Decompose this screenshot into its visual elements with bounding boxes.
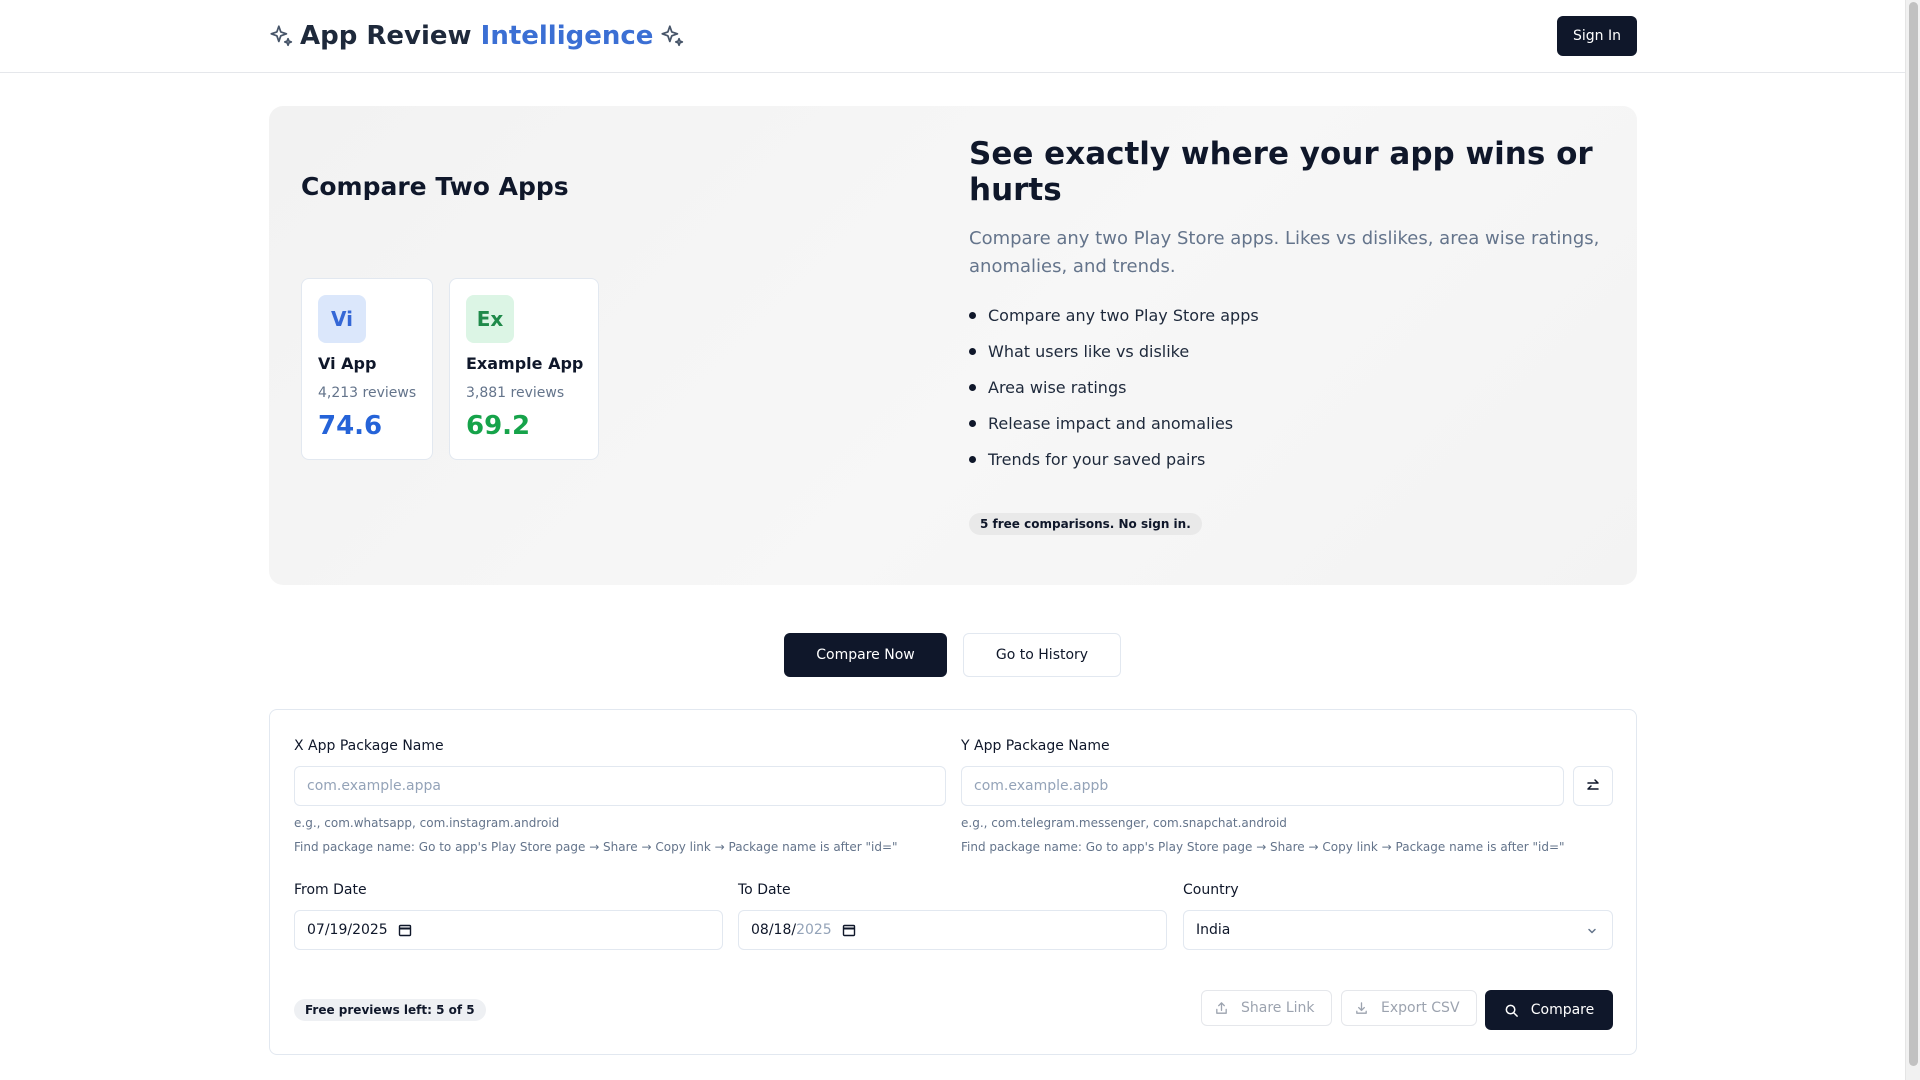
compare-now-button[interactable]: Compare Now xyxy=(784,633,947,677)
hero-headline: See exactly where your app wins or hurts xyxy=(969,136,1593,208)
export-csv-label: Export CSV xyxy=(1381,1000,1460,1016)
scrollbar-thumb[interactable] xyxy=(1909,2,1918,1066)
list-item: Trends for your saved pairs xyxy=(969,441,1609,477)
app-title: App Review Intelligence xyxy=(300,21,653,51)
chevron-down-icon xyxy=(1588,928,1596,934)
y-package-example: e.g., com.telegram.messenger, com.snapch… xyxy=(961,816,1287,830)
free-previews-badge: Free previews left: 5 of 5 xyxy=(294,999,486,1021)
x-package-example: e.g., com.whatsapp, com.instagram.androi… xyxy=(294,816,560,830)
from-date-label: From Date xyxy=(294,882,367,898)
from-date-input[interactable]: 07/19/2025 xyxy=(294,910,723,950)
feature-text: Compare any two Play Store apps xyxy=(988,305,1259,325)
app-name: Vi App xyxy=(318,354,377,373)
bullet-dot xyxy=(969,455,976,463)
country-value: India xyxy=(1196,922,1231,938)
page-scrollbar[interactable] xyxy=(1905,0,1920,1080)
y-package-find-hint: Find package name: Go to app's Play Stor… xyxy=(961,840,1565,854)
y-package-placeholder: com.example.appb xyxy=(974,778,1109,794)
hero-subtitle: Compare any two Play Store apps. Likes v… xyxy=(969,228,1600,277)
feature-text: Trends for your saved pairs xyxy=(988,449,1206,469)
app-title-main: App Review xyxy=(300,21,472,51)
hero-section: Compare Two Apps Vi Vi App 4,213 reviews… xyxy=(269,106,1637,585)
app-review-count: 3,881 reviews xyxy=(466,385,565,401)
to-date-label: To Date xyxy=(738,882,791,898)
list-item: Area wise ratings xyxy=(969,369,1609,405)
x-package-find-hint: Find package name: Go to app's Play Stor… xyxy=(294,840,898,854)
free-comparisons-badge: 5 free comparisons. No sign in. xyxy=(969,513,1202,535)
feature-text: What users like vs dislike xyxy=(988,341,1190,361)
to-date-month-day: 08/18/ xyxy=(751,922,797,938)
search-icon xyxy=(1505,1004,1518,1017)
app-card-example: Ex Example App 3,881 reviews 69.2 xyxy=(449,278,599,460)
x-package-input[interactable]: com.example.appa xyxy=(294,766,946,806)
app-score: 69.2 xyxy=(466,411,531,441)
y-package-input[interactable]: com.example.appb xyxy=(961,766,1564,806)
calendar-icon[interactable] xyxy=(398,923,412,937)
compare-button[interactable]: Compare xyxy=(1485,990,1613,1030)
app-badge: Ex xyxy=(466,295,514,343)
country-select[interactable]: India xyxy=(1183,910,1613,950)
app-card-vi: Vi Vi App 4,213 reviews 74.6 xyxy=(301,278,433,460)
x-package-placeholder: com.example.appa xyxy=(307,778,441,794)
app-review-count: 4,213 reviews xyxy=(318,385,417,401)
app-name: Example App xyxy=(466,354,584,373)
bullet-dot xyxy=(969,383,976,391)
to-date-year: 2025 xyxy=(796,922,832,938)
list-item: Compare any two Play Store apps xyxy=(969,297,1609,333)
brand[interactable]: App Review Intelligence xyxy=(268,16,685,56)
swap-icon xyxy=(1587,779,1599,790)
list-item: Release impact and anomalies xyxy=(969,405,1609,441)
feature-text: Release impact and anomalies xyxy=(988,413,1234,433)
share-link-label: Share Link xyxy=(1241,1000,1315,1016)
share-icon xyxy=(1216,1001,1227,1014)
bullet-dot xyxy=(969,419,976,427)
feature-text: Area wise ratings xyxy=(988,377,1127,397)
country-label: Country xyxy=(1183,882,1239,898)
feature-list: Compare any two Play Store apps What use… xyxy=(969,297,1609,477)
app-title-accent: Intelligence xyxy=(480,21,654,51)
hero-left-title: Compare Two Apps xyxy=(301,172,569,201)
app-score: 74.6 xyxy=(318,411,383,441)
swap-apps-button[interactable] xyxy=(1573,766,1613,806)
download-icon xyxy=(1356,1001,1367,1014)
to-date-input[interactable]: 08/18/2025 xyxy=(738,910,1167,950)
go-to-history-button[interactable]: Go to History xyxy=(963,633,1121,677)
compare-label: Compare xyxy=(1530,1002,1595,1018)
share-link-button[interactable]: Share Link xyxy=(1201,990,1332,1026)
list-item: What users like vs dislike xyxy=(969,333,1609,369)
bullet-dot xyxy=(969,311,976,319)
compare-form: X App Package Name com.example.appa e.g.… xyxy=(269,709,1637,1055)
top-header: App Review Intelligence Sign In xyxy=(0,0,1905,73)
export-csv-button[interactable]: Export CSV xyxy=(1341,990,1477,1026)
sparkle-icon xyxy=(270,25,293,47)
to-date-value: 08/18/2025 xyxy=(751,922,832,938)
sign-in-button[interactable]: Sign In xyxy=(1557,16,1637,56)
sparkle-icon xyxy=(661,25,684,47)
x-package-label: X App Package Name xyxy=(294,738,444,754)
from-date-value: 07/19/2025 xyxy=(307,922,388,938)
hero-right: See exactly where your app wins or hurts… xyxy=(969,136,1609,477)
bullet-dot xyxy=(969,347,976,355)
calendar-icon[interactable] xyxy=(842,923,856,937)
app-badge: Vi xyxy=(318,295,366,343)
y-package-label: Y App Package Name xyxy=(961,738,1110,754)
